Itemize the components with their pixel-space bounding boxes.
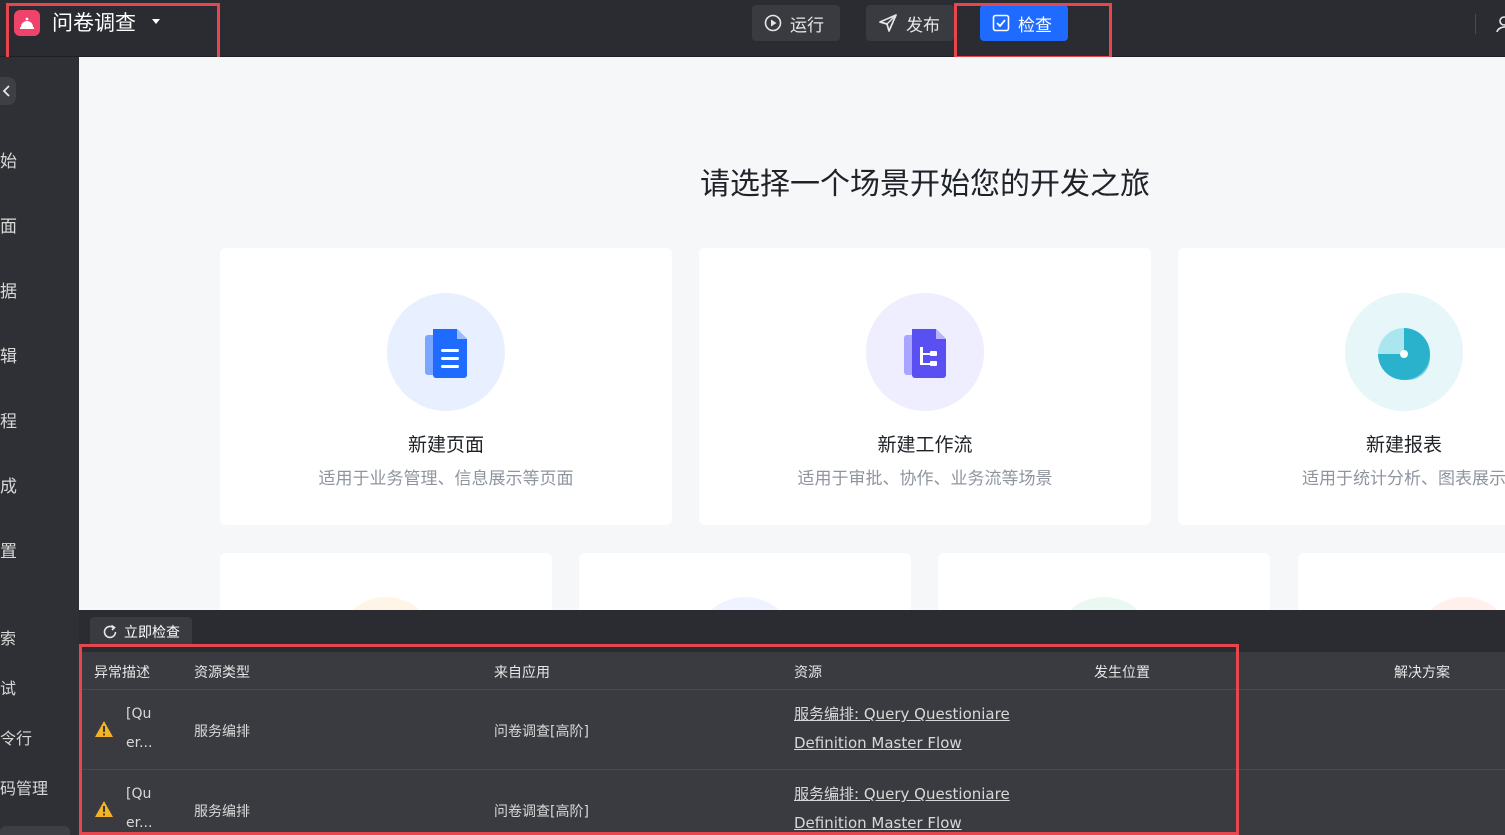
checkbox-icon bbox=[992, 14, 1010, 32]
publish-label: 发布 bbox=[906, 15, 940, 36]
new-report-card[interactable]: 新建报表 适用于统计分析、图表展示 bbox=[1178, 248, 1505, 525]
column-header[interactable]: 解决方案 bbox=[1394, 662, 1450, 682]
issue-description[interactable]: [Qu er... bbox=[126, 780, 158, 835]
card-icon bbox=[1054, 597, 1154, 610]
column-header[interactable]: 来自应用 bbox=[494, 662, 550, 682]
new-workflow-desc: 适用于审批、协作、业务流等场景 bbox=[797, 469, 1053, 489]
table-row[interactable]: [Qu er... 服务编排 问卷调查[高阶] 服务编排: Query Ques… bbox=[79, 770, 1505, 835]
source-app: 问卷调查[高阶] bbox=[494, 804, 589, 820]
sidebar-bottom-tab bbox=[0, 826, 70, 835]
sidebar-item-data[interactable]: 据 bbox=[0, 277, 17, 302]
panel-tab-bar: 立即检查 bbox=[79, 610, 1505, 652]
play-icon bbox=[764, 14, 782, 32]
new-workflow-title: 新建工作流 bbox=[877, 434, 973, 456]
send-icon bbox=[879, 14, 897, 32]
check-button[interactable]: 检查 bbox=[980, 5, 1068, 41]
source-app: 问卷调查[高阶] bbox=[494, 724, 589, 740]
top-bar: 问卷调查 运行 发布 检查 bbox=[0, 0, 1505, 57]
column-header[interactable]: 资源 bbox=[794, 662, 822, 682]
warning-icon bbox=[95, 801, 113, 817]
resource-link-line: Definition Master Flow bbox=[794, 734, 962, 752]
chevron-down-icon[interactable] bbox=[152, 19, 160, 24]
sidebar: 始 面 据 辑 程 成 置 索 试 令行 码管理 bbox=[0, 57, 79, 835]
collapse-button[interactable] bbox=[0, 77, 16, 105]
resource-link[interactable]: 服务编排: Query Questioniare Definition Mast… bbox=[794, 700, 1054, 758]
resource-link-line: 服务编排: Query Questioniare bbox=[794, 785, 1010, 803]
sidebar-item-logic[interactable]: 辑 bbox=[0, 342, 17, 367]
new-page-title: 新建页面 bbox=[407, 434, 484, 456]
issues-table: 异常描述 资源类型 来自应用 资源 发生位置 解决方案 [Qu er... 服务… bbox=[79, 652, 1505, 835]
sidebar-item-flow[interactable]: 程 bbox=[0, 407, 17, 432]
template-card[interactable] bbox=[579, 553, 911, 610]
sidebar-item-settings[interactable]: 置 bbox=[0, 537, 17, 562]
check-now-button[interactable]: 立即检查 bbox=[90, 617, 192, 647]
document-icon bbox=[387, 293, 505, 411]
app-logo-icon[interactable] bbox=[14, 10, 40, 36]
sidebar-item-start[interactable]: 始 bbox=[0, 147, 17, 172]
issue-description-line: er... bbox=[126, 735, 153, 751]
check-panel: 立即检查 异常描述 资源类型 来自应用 资源 发生位置 解决方案 [Qu er.… bbox=[79, 610, 1505, 835]
template-card[interactable] bbox=[1298, 553, 1505, 610]
divider bbox=[1475, 14, 1476, 34]
new-page-desc: 适用于业务管理、信息展示等页面 bbox=[318, 469, 574, 489]
run-button[interactable]: 运行 bbox=[752, 5, 840, 41]
page-title: 请选择一个场景开始您的开发之旅 bbox=[700, 167, 1150, 202]
new-page-card[interactable]: 新建页面 适用于业务管理、信息展示等页面 bbox=[220, 248, 672, 525]
check-label: 检查 bbox=[1018, 15, 1052, 36]
column-header[interactable]: 发生位置 bbox=[1094, 662, 1150, 682]
resource-type: 服务编排 bbox=[194, 804, 250, 820]
refresh-icon bbox=[103, 624, 117, 639]
main-content: 请选择一个场景开始您的开发之旅 新建页面 适用于业务管理、信息展示等页面 新建工… bbox=[79, 57, 1505, 610]
sidebar-item-integration[interactable]: 成 bbox=[0, 472, 17, 497]
sidebar-item-pages[interactable]: 面 bbox=[0, 212, 17, 237]
new-workflow-card[interactable]: 新建工作流 适用于审批、协作、业务流等场景 bbox=[699, 248, 1151, 525]
column-header[interactable]: 异常描述 bbox=[94, 662, 150, 682]
issue-description[interactable]: [Qu er... bbox=[126, 700, 158, 758]
chevron-left-icon bbox=[2, 85, 10, 97]
check-now-label: 立即检查 bbox=[124, 625, 180, 641]
resource-link-line: 服务编排: Query Questioniare bbox=[794, 705, 1010, 723]
resource-link-line: Definition Master Flow bbox=[794, 814, 962, 832]
card-icon bbox=[336, 597, 436, 610]
resource-link[interactable]: 服务编排: Query Questioniare Definition Mast… bbox=[794, 780, 1054, 835]
sidebar-item-code-management[interactable]: 码管理 bbox=[0, 775, 48, 799]
new-report-title: 新建报表 bbox=[1365, 434, 1442, 456]
workflow-icon bbox=[866, 293, 984, 411]
resource-type: 服务编排 bbox=[194, 724, 250, 740]
card-icon bbox=[695, 597, 795, 610]
column-header[interactable]: 资源类型 bbox=[194, 662, 250, 682]
run-label: 运行 bbox=[790, 15, 824, 36]
warning-icon bbox=[95, 721, 113, 737]
card-icon bbox=[1414, 597, 1505, 610]
sidebar-item-search[interactable]: 索 bbox=[0, 625, 16, 649]
template-card[interactable] bbox=[220, 553, 552, 610]
app-title[interactable]: 问卷调查 bbox=[52, 9, 136, 37]
issue-description-line: er... bbox=[126, 815, 153, 831]
new-report-desc: 适用于统计分析、图表展示 bbox=[1302, 469, 1505, 489]
issue-description-line: [Qu bbox=[126, 706, 152, 722]
sidebar-item-command-line[interactable]: 令行 bbox=[0, 725, 32, 749]
sidebar-item-debug[interactable]: 试 bbox=[0, 675, 16, 699]
table-header: 异常描述 资源类型 来自应用 资源 发生位置 解决方案 bbox=[79, 652, 1505, 690]
chart-icon bbox=[1345, 293, 1463, 411]
table-row[interactable]: [Qu er... 服务编排 问卷调查[高阶] 服务编排: Query Ques… bbox=[79, 690, 1505, 770]
template-card[interactable] bbox=[938, 553, 1270, 610]
publish-button[interactable]: 发布 bbox=[866, 5, 954, 41]
user-icon[interactable] bbox=[1496, 14, 1505, 34]
issue-description-line: [Qu bbox=[126, 786, 152, 802]
